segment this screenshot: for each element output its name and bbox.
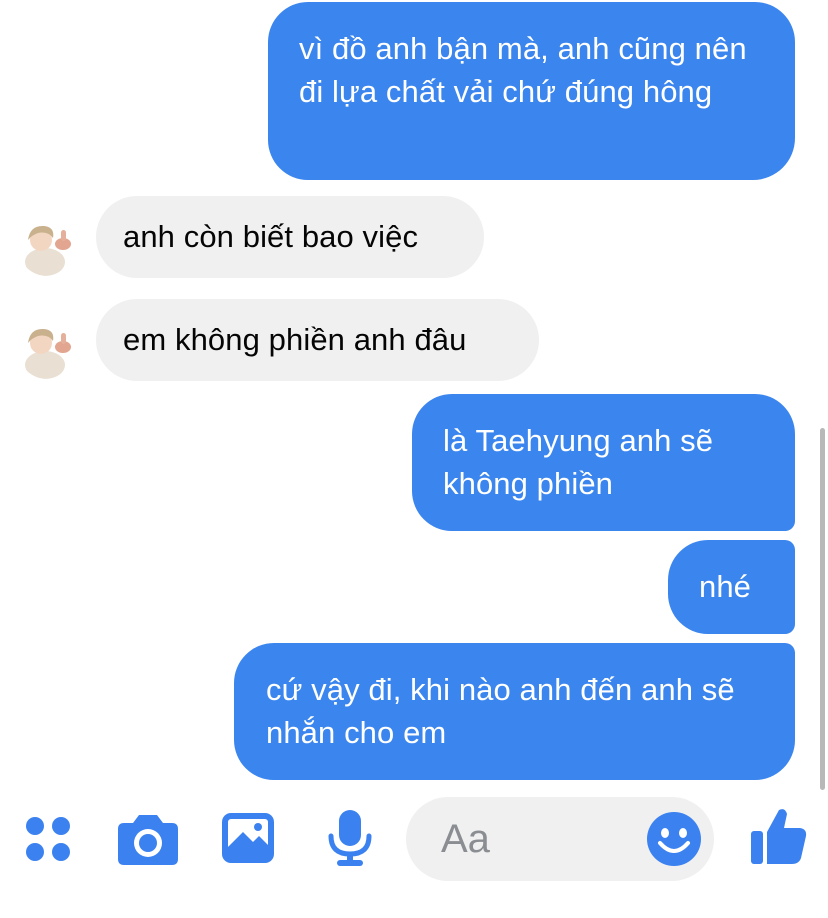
apps-icon[interactable] <box>24 815 72 863</box>
message-bubble-received[interactable]: anh còn biết bao việc <box>96 196 484 278</box>
image-icon[interactable] <box>221 812 275 864</box>
emoji-icon[interactable] <box>646 811 702 867</box>
message-bubble-sent[interactable]: nhé <box>668 540 795 634</box>
camera-icon[interactable] <box>117 812 179 866</box>
message-text: vì đồ anh bận mà, anh cũng nên đi lựa ch… <box>299 31 747 109</box>
message-text: cứ vậy đi, khi nào anh đến anh sẽ nhắn c… <box>266 672 735 750</box>
contact-avatar[interactable] <box>18 218 76 276</box>
contact-avatar[interactable] <box>18 321 76 379</box>
microphone-icon[interactable] <box>328 809 372 867</box>
message-text: là Taehyung anh sẽ không phiền <box>443 423 714 501</box>
message-input[interactable]: Aa <box>406 797 714 881</box>
message-text: nhé <box>699 569 752 604</box>
message-text: em không phiền anh đâu <box>123 322 467 357</box>
message-bubble-sent[interactable]: vì đồ anh bận mà, anh cũng nên đi lựa ch… <box>268 2 795 180</box>
message-input-placeholder: Aa <box>441 817 490 861</box>
message-bubble-sent[interactable]: cứ vậy đi, khi nào anh đến anh sẽ nhắn c… <box>234 643 795 780</box>
message-text: anh còn biết bao việc <box>123 219 419 254</box>
message-bubble-sent[interactable]: là Taehyung anh sẽ không phiền <box>412 394 795 531</box>
like-icon[interactable] <box>750 806 808 866</box>
chat-screen: vì đồ anh bận mà, anh cũng nên đi lựa ch… <box>0 0 828 918</box>
contact-avatar-image <box>18 218 76 276</box>
contact-avatar-image <box>18 321 76 379</box>
message-bubble-received[interactable]: em không phiền anh đâu <box>96 299 539 381</box>
scrollbar[interactable] <box>820 428 825 790</box>
